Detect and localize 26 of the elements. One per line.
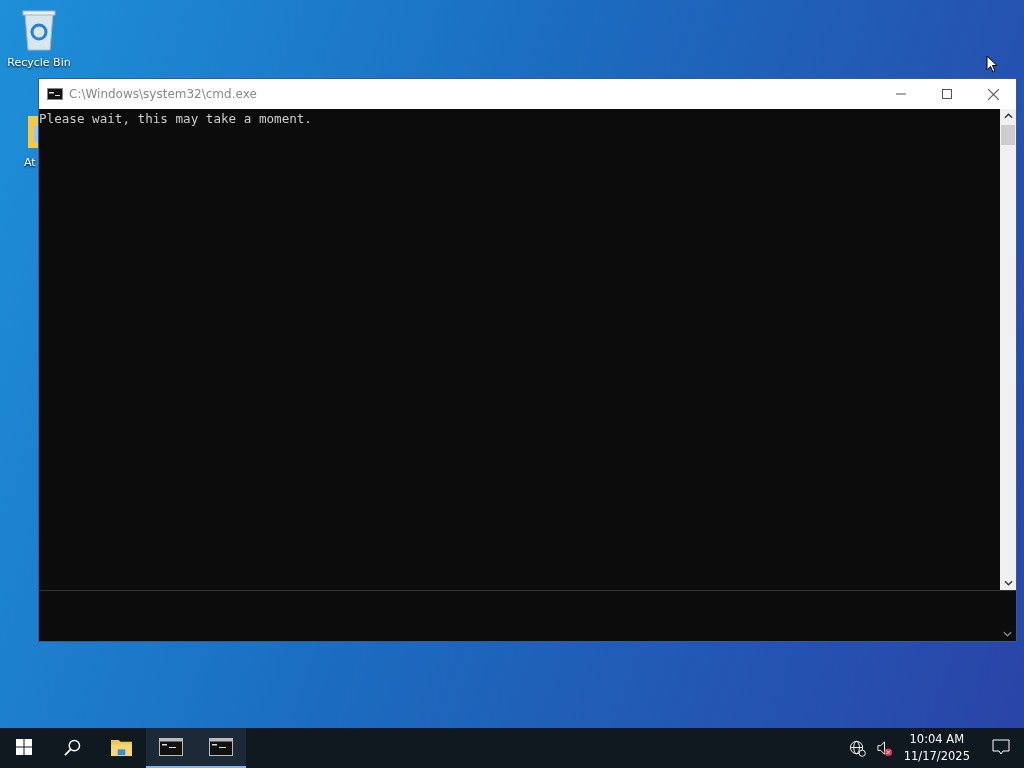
chevron-down-icon[interactable]	[1003, 631, 1012, 637]
icon-label[interactable]: Recycle Bin	[7, 56, 71, 69]
windows-logo-icon	[16, 739, 32, 755]
console-taskbar-button[interactable]	[146, 728, 196, 768]
network-globe-icon[interactable]	[848, 739, 866, 757]
speech-bubble-icon	[992, 738, 1010, 756]
chevron-down-icon[interactable]	[1003, 580, 1013, 586]
window-title: C:\Windows\system32\cmd.exe	[69, 87, 257, 101]
clock-time[interactable]: 10:04 AM	[909, 731, 965, 748]
search-icon	[63, 738, 81, 756]
console-taskbar-button[interactable]	[196, 728, 246, 768]
recycle-bin-icon[interactable]	[19, 8, 59, 52]
chevron-up-icon[interactable]	[1003, 113, 1013, 119]
close-icon	[987, 88, 999, 100]
folder-icon	[109, 737, 133, 757]
icon-label[interactable]: At	[24, 156, 36, 169]
clock-date[interactable]: 11/17/2025	[903, 748, 970, 765]
maximize-icon	[942, 89, 952, 99]
console-icon	[159, 738, 183, 756]
scrollbar[interactable]	[1000, 109, 1016, 590]
console-icon	[209, 738, 233, 756]
muted-speaker-icon[interactable]	[875, 739, 893, 757]
console-line: Please wait, this may take a moment.	[39, 111, 313, 127]
mouse-cursor-icon	[986, 55, 998, 73]
console-icon	[47, 88, 63, 100]
scrollbar-thumb[interactable]	[1001, 125, 1015, 145]
